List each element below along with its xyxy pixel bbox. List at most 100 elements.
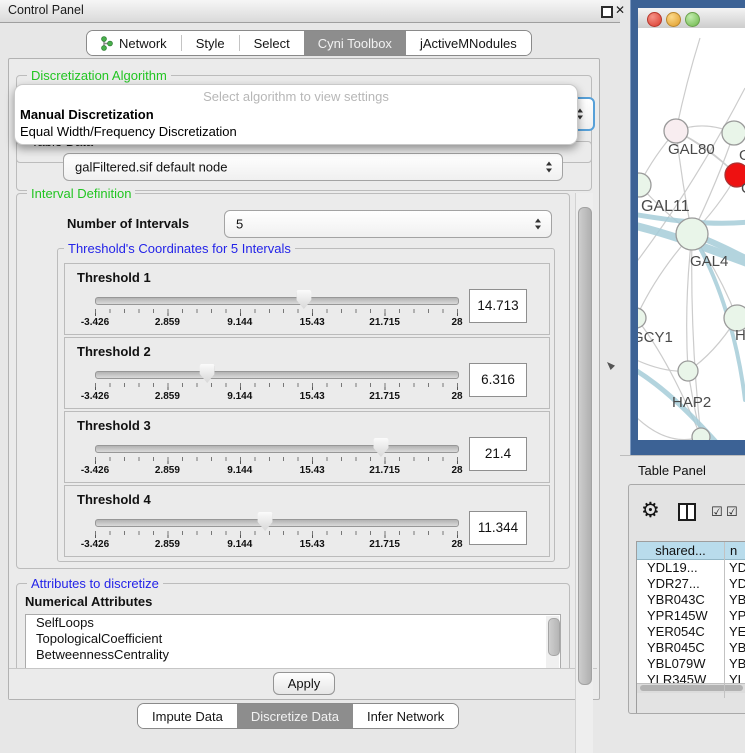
node-partial-top-right[interactable] — [722, 121, 745, 145]
group-title-attributes: Attributes to discretize — [27, 576, 163, 591]
column-divider[interactable] — [724, 542, 725, 698]
attribute-list-item[interactable]: SelfLoops — [26, 615, 560, 631]
table-cell: YPR145W — [647, 608, 708, 624]
threshold-1-slider-track[interactable] — [95, 297, 459, 305]
threshold-3-slider-track[interactable] — [95, 445, 459, 453]
tab-style[interactable]: Style — [182, 31, 239, 55]
column-header-name[interactable]: n — [730, 543, 737, 558]
settings-scrollbar[interactable] — [575, 193, 593, 753]
apply-strip: Apply — [9, 668, 597, 699]
zoom-traffic-light-icon[interactable] — [685, 12, 700, 27]
table-body: YDL19...YDL1YDR27...YDR2YBR043CYBR0YPR14… — [637, 560, 745, 683]
threshold-2-slider-track[interactable] — [95, 371, 459, 379]
table-cell: YBL0 — [729, 656, 745, 672]
node-label-hap2: HAP2 — [672, 394, 711, 411]
threshold-3-value-field[interactable]: 21.4 — [469, 437, 527, 471]
float-window-icon[interactable] — [601, 6, 613, 18]
network-canvas[interactable]: GAL80 G C GAL11 GAL4 GCY1 H HAP2 — [638, 28, 745, 440]
numerical-attributes-list[interactable]: SelfLoopsTopologicalCoefficientBetweenne… — [25, 614, 561, 671]
tab-select[interactable]: Select — [240, 31, 304, 55]
table-row[interactable]: YBL079W YBL0 — [637, 656, 745, 672]
table-row[interactable]: YER054CYER0 — [637, 624, 745, 640]
threshold-4-slider-track[interactable] — [95, 519, 459, 527]
slider-tick-label: 21.715 — [369, 539, 400, 550]
threshold-4-slider-thumb[interactable] — [258, 512, 273, 531]
close-icon[interactable]: ✕ — [615, 3, 625, 17]
tab-discretize-data[interactable]: Discretize Data — [237, 704, 353, 728]
tab-network[interactable]: Network — [87, 31, 181, 55]
slider-minor-ticks — [95, 309, 458, 313]
apply-button[interactable]: Apply — [273, 672, 335, 695]
network-graph: GAL80 G C GAL11 GAL4 GCY1 H HAP2 — [638, 28, 745, 440]
table-cell: YBL079W — [647, 656, 706, 672]
node-label-gal11: GAL11 — [641, 198, 690, 215]
node-label-gal4: GAL4 — [690, 253, 728, 270]
table-horizontal-scrollbar[interactable] — [637, 683, 745, 693]
tab-cyni-toolbox[interactable]: Cyni Toolbox — [304, 31, 406, 55]
gear-icon[interactable]: ⚙ — [641, 498, 660, 522]
network-window-titlebar — [638, 8, 745, 29]
node-gal11[interactable] — [638, 173, 651, 197]
slider-tick-label: 9.144 — [227, 539, 252, 550]
split-columns-icon[interactable] — [678, 503, 696, 521]
checked-checkbox-icon[interactable]: ☑ — [726, 505, 738, 520]
algorithm-dropdown-popup: Select algorithm to view settings Manual… — [14, 84, 578, 145]
table-horizontal-scrollbar-thumb[interactable] — [640, 685, 743, 691]
slider-tick-label: 2.859 — [155, 317, 180, 328]
dropdown-option-equal-width-frequency[interactable]: Equal Width/Frequency Discretization — [20, 124, 237, 139]
tab-infer-network[interactable]: Infer Network — [353, 704, 458, 728]
table-row[interactable]: YDL19...YDL1 — [637, 560, 745, 576]
dropdown-option-manual-discretization[interactable]: Manual Discretization — [20, 107, 154, 122]
numerical-attributes-label: Numerical Attributes — [25, 594, 152, 609]
node-bottom-partial[interactable] — [692, 428, 710, 440]
column-header-shared[interactable]: shared... — [637, 543, 724, 558]
threshold-4-value-field[interactable]: 11.344 — [469, 511, 527, 545]
threshold-2-slider-thumb[interactable] — [200, 364, 215, 383]
threshold-2-value-field[interactable]: 6.316 — [469, 363, 527, 397]
tab-jactivemnodules-label: jActiveMNodules — [420, 36, 517, 51]
threshold-1-value-field[interactable]: 14.713 — [469, 289, 527, 323]
interval-definition-group: Interval Definition Number of Intervals … — [16, 193, 570, 569]
slider-minor-ticks — [95, 531, 458, 535]
table-row[interactable]: YLR345WYLR3 — [637, 672, 745, 683]
slider-tick-label: 9.144 — [227, 465, 252, 476]
threshold-3-slider-thumb[interactable] — [373, 438, 388, 457]
table-row[interactable]: YPR145WYPR1 — [637, 608, 745, 624]
close-traffic-light-icon[interactable] — [647, 12, 662, 27]
table-row[interactable]: YBR045CYBR0 — [637, 640, 745, 656]
table-row[interactable]: YBR043CYBR0 — [637, 592, 745, 608]
minimize-traffic-light-icon[interactable] — [666, 12, 681, 27]
slider-tick-label: 15.43 — [300, 391, 325, 402]
table-cell: YBR043C — [647, 592, 705, 608]
node-gcy1[interactable] — [638, 308, 646, 328]
settings-scrollbar-thumb[interactable] — [578, 207, 592, 685]
slider-tick-label: -3.426 — [81, 317, 109, 328]
node-gal4[interactable] — [676, 218, 708, 250]
slider-tick-label: 2.859 — [155, 465, 180, 476]
table-data-combobox[interactable]: galFiltered.sif default node — [63, 153, 563, 181]
node-hap2[interactable] — [678, 361, 698, 381]
attributes-scrollbar[interactable] — [546, 616, 559, 669]
group-title-discretization-algorithm: Discretization Algorithm — [27, 68, 171, 83]
threshold-1-slider-thumb[interactable] — [296, 290, 311, 309]
attribute-list-item[interactable]: TopologicalCoefficient — [26, 631, 560, 647]
table-cell: YLR345W — [647, 672, 706, 683]
threshold-2-label: Threshold 2 — [77, 344, 151, 359]
checked-checkbox-icon[interactable]: ☑ — [711, 505, 723, 520]
number-of-intervals-combobox[interactable]: 5 — [224, 210, 552, 238]
panel-title: Control Panel — [8, 3, 84, 17]
table-cell: YDR2 — [729, 576, 745, 592]
tab-jactivemnodules[interactable]: jActiveMNodules — [406, 31, 531, 55]
threshold-2-panel: Threshold 2 -3.4262.8599.14415.4321.7152… — [64, 337, 550, 409]
slider-tick-label: 15.43 — [300, 539, 325, 550]
attributes-scrollbar-thumb[interactable] — [548, 618, 560, 656]
table-row[interactable]: YDR27...YDR2 — [637, 576, 745, 592]
threshold-1-label: Threshold 1 — [77, 270, 151, 285]
node-gal80[interactable] — [664, 119, 688, 143]
table-header-row: shared... n — [637, 542, 745, 560]
attribute-list-item[interactable]: BetweennessCentrality — [26, 647, 560, 663]
number-of-intervals-value: 5 — [236, 217, 243, 232]
slider-tick-labels: -3.4262.8599.14415.4321.71528 — [95, 539, 457, 551]
tab-impute-data-label: Impute Data — [152, 709, 223, 724]
tab-impute-data[interactable]: Impute Data — [138, 704, 237, 728]
